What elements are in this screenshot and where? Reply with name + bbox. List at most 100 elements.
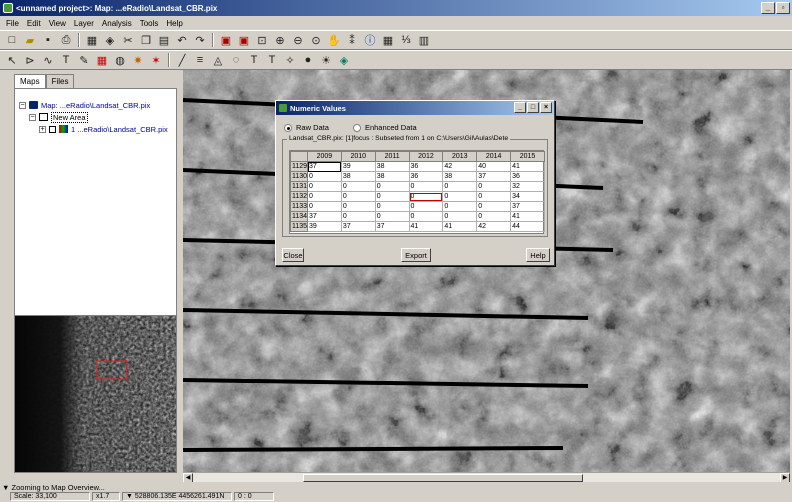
tree-area-label[interactable]: New Area [51,111,88,123]
table-cell[interactable]: 0 [340,181,376,192]
table-cell[interactable]: 0 [476,211,512,222]
fill-icon[interactable]: ◍ [112,52,128,68]
dialog-maximize-button[interactable]: □ [527,102,539,113]
table-cell[interactable]: 0 [340,211,376,222]
layer-icon[interactable]: ◈ [102,32,118,48]
table-cell[interactable]: 0 [408,181,444,192]
menu-file[interactable]: File [2,19,23,28]
table-cell[interactable]: 39 [307,221,342,232]
table-cell[interactable]: 37 [374,221,410,232]
tree-area-node[interactable]: − New Area [19,111,172,123]
pencil-icon[interactable]: ✎ [76,52,92,68]
table-cell[interactable]: 37 [307,161,342,172]
table-cell[interactable]: 41 [408,221,444,232]
table-cell[interactable]: 38 [374,161,410,172]
table-cell[interactable]: 0 [442,191,478,202]
table-cell[interactable]: 37 [340,221,376,232]
layers-icon[interactable]: ◈ [336,52,352,68]
table-cell[interactable]: 0 [442,201,478,212]
point-icon[interactable]: ● [300,52,316,68]
table-cell[interactable]: 0 [374,191,410,202]
table-cell[interactable]: 37 [476,171,512,182]
line-color-icon[interactable]: ╱ [174,52,190,68]
table-cell[interactable]: 41 [510,211,545,222]
polyline-icon[interactable]: ∿ [40,52,56,68]
minimize-button[interactable]: _ [761,2,775,14]
numeric-values-icon[interactable]: ⅓ [398,32,414,48]
grid-select-icon[interactable]: ▦ [94,52,110,68]
dialog-minimize-button[interactable]: _ [514,102,526,113]
table-cell[interactable]: 32 [510,181,545,192]
sun-icon[interactable]: ☀ [318,52,334,68]
table-cell[interactable]: 0 [408,201,444,212]
copy-icon[interactable]: ❐ [138,32,154,48]
vector-icon[interactable]: ✧ [282,52,298,68]
table-cell[interactable]: 39 [340,161,376,172]
table-cell[interactable]: 0 [442,211,478,222]
table-cell[interactable]: 0 [476,191,512,202]
zoom-box-icon[interactable]: ▣ [218,32,234,48]
table-cell[interactable]: 0 [476,181,512,192]
export-button[interactable]: Export [401,248,431,262]
table-cell[interactable]: 36 [510,171,545,182]
close-button[interactable]: Close [282,248,304,262]
table-cell[interactable]: 0 [476,201,512,212]
dialog-close-button[interactable]: × [540,102,552,113]
zoom-out-icon[interactable]: ⊖ [290,32,306,48]
select-arrow-icon[interactable]: ↖ [4,52,20,68]
line-width-icon[interactable]: ≡ [192,52,208,68]
table-cell[interactable]: 0 [340,201,376,212]
tab-maps[interactable]: Maps [14,74,46,88]
tree-layer-label[interactable]: 1 ...eRadio\Landsat_CBR.pix [71,125,168,134]
table-cell[interactable]: 0 [307,171,342,182]
table-cell[interactable]: 38 [374,171,410,182]
table-cell[interactable]: 42 [476,221,512,232]
zoom-extent-icon[interactable]: ▣ [236,32,252,48]
menu-view[interactable]: View [45,19,70,28]
print-icon[interactable]: ⎙ [58,32,74,48]
table-cell[interactable]: 0 [442,181,478,192]
coordinate-icon[interactable]: ⁑ [344,32,360,48]
zoom-fit-icon[interactable]: ⊡ [254,32,270,48]
table-cell-highlighted[interactable]: 0 [408,191,444,202]
table-cell[interactable]: 38 [442,171,478,182]
values-grid[interactable]: 2009 2010 2011 2012 2013 2014 2015 1129 … [289,150,545,234]
table-cell[interactable]: 41 [442,221,478,232]
table-cell[interactable]: 37 [510,201,545,212]
raw-data-radio[interactable]: Raw Data [284,123,329,132]
map-horizontal-scrollbar[interactable]: ◀ ▶ [183,472,790,483]
properties-icon[interactable]: ▦ [84,32,100,48]
info-icon[interactable]: ⓘ [362,32,378,48]
text-color-icon[interactable]: T [246,52,262,68]
open-folder-icon[interactable]: ▰ [22,32,38,48]
collapse-icon[interactable]: − [29,113,36,121]
symbol-icon[interactable]: ✷ [130,52,146,68]
table-cell[interactable]: 36 [408,171,444,182]
menu-layer[interactable]: Layer [70,19,98,28]
paste-icon[interactable]: ▤ [156,32,172,48]
cut-icon[interactable]: ✂ [120,32,136,48]
pan-hand-icon[interactable]: ✋ [326,32,342,48]
table-cell[interactable]: 44 [510,221,545,232]
enhanced-data-radio[interactable]: Enhanced Data [352,123,417,132]
font-icon[interactable]: T [264,52,280,68]
table-cell[interactable]: 36 [408,161,444,172]
checkbox-icon[interactable] [49,125,56,133]
undo-icon[interactable]: ↶ [174,32,190,48]
help-button[interactable]: Help [526,248,550,262]
line-style-icon[interactable]: ✶ [148,52,164,68]
redo-icon[interactable]: ↷ [192,32,208,48]
edit-vertex-icon[interactable]: ⊳ [22,52,38,68]
table-cell[interactable]: 34 [510,191,545,202]
map-overview[interactable] [14,315,177,473]
table-cell[interactable]: 0 [408,211,444,222]
outline-icon[interactable]: ◌ [228,52,244,68]
table-cell[interactable]: 0 [374,201,410,212]
table-cell[interactable]: 0 [307,201,342,212]
table-icon[interactable]: ▦ [380,32,396,48]
fill-color-icon[interactable]: ◬ [210,52,226,68]
table-cell[interactable]: 0 [307,191,342,202]
zoom-window-icon[interactable]: ⊙ [308,32,324,48]
table-cell[interactable]: 0 [374,211,410,222]
table-cell[interactable]: 41 [510,161,545,172]
